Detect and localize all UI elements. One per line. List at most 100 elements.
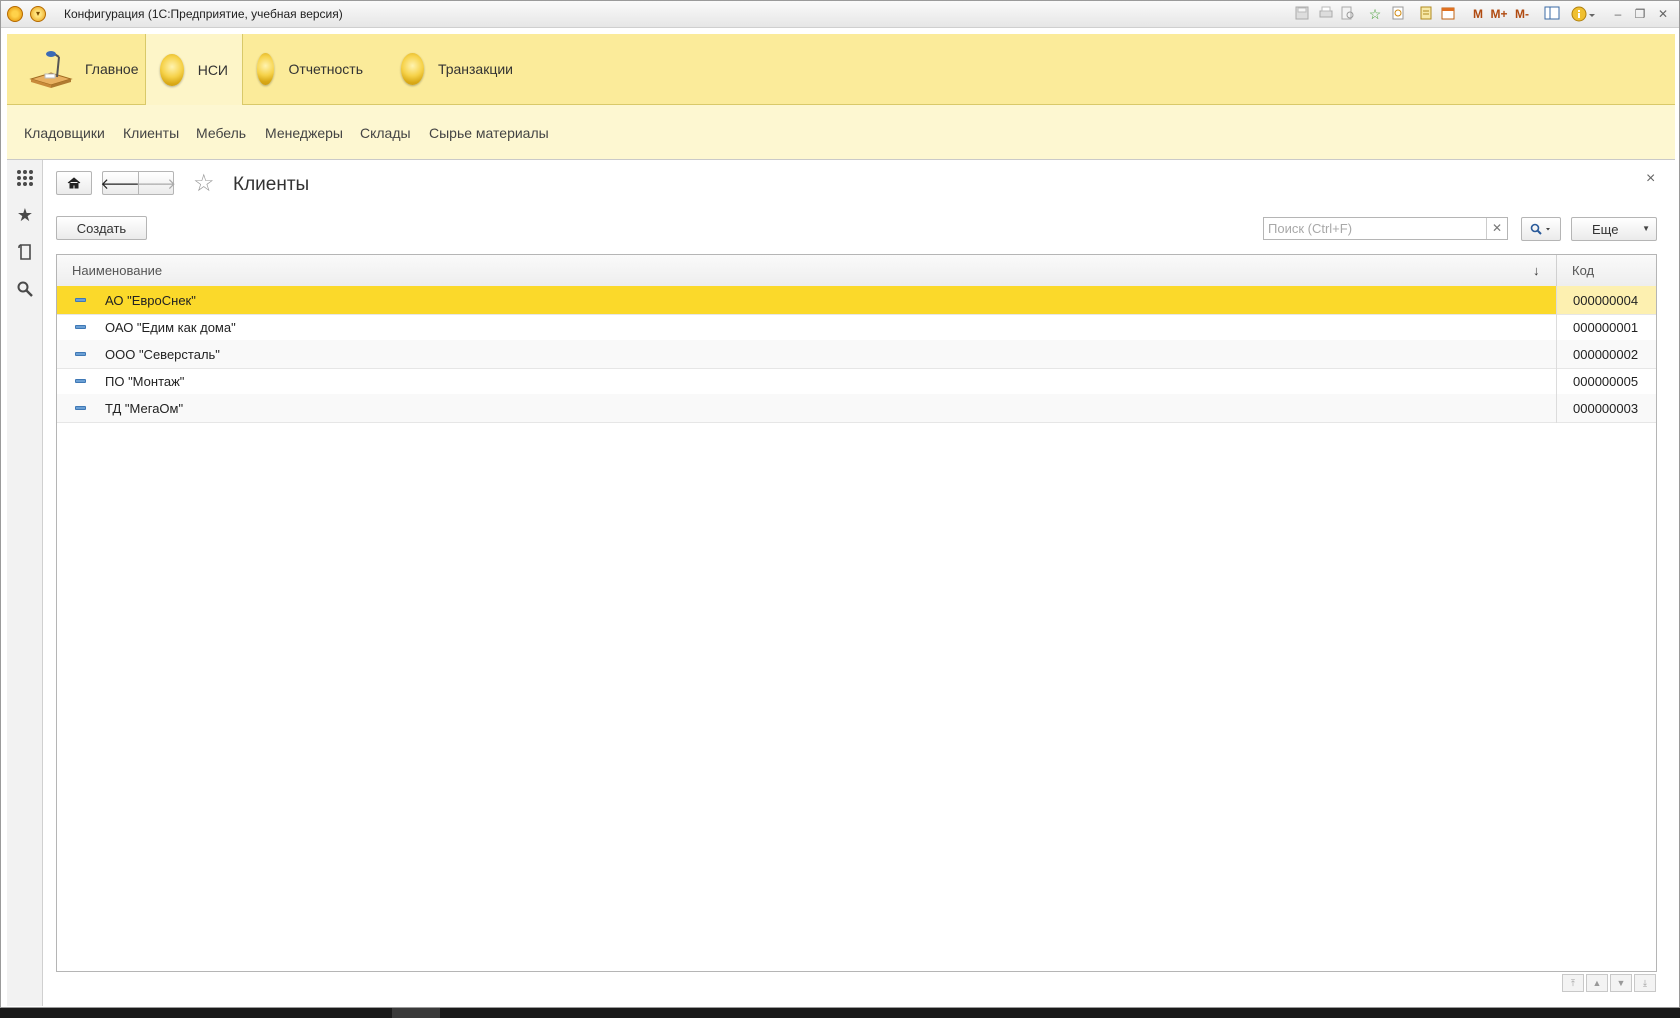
section-transactions[interactable]: Транзакции xyxy=(387,34,527,104)
save-icon[interactable] xyxy=(1295,6,1309,22)
desk-lamp-icon xyxy=(29,47,73,91)
m-plus-icon[interactable]: M+ xyxy=(1489,6,1509,22)
client-code: 000000004 xyxy=(1573,293,1639,308)
func-link-raw-materials[interactable]: Сырье материалы xyxy=(429,125,549,141)
code-cell: 000000001 xyxy=(1557,313,1656,341)
chevron-down-icon: ▼ xyxy=(1642,224,1650,233)
more-button[interactable]: Еще ▼ xyxy=(1571,217,1657,241)
section-main[interactable]: Главное xyxy=(15,34,145,104)
client-code: 000000003 xyxy=(1573,401,1639,416)
more-label: Еще xyxy=(1592,221,1619,237)
table-row[interactable]: ПО "Монтаж" 000000005 xyxy=(57,367,1656,396)
client-name: АО "ЕвроСнек" xyxy=(105,293,196,308)
client-name: ООО "Северсталь" xyxy=(105,347,220,362)
name-cell: ОАО "Едим как дома" xyxy=(57,313,1556,341)
scroll-last-button[interactable]: ⤓ xyxy=(1634,974,1656,992)
func-link-clients[interactable]: Клиенты xyxy=(123,125,179,141)
calendar-icon[interactable] xyxy=(1441,6,1455,22)
catalog-item-icon xyxy=(75,379,86,383)
preview-icon[interactable] xyxy=(1341,6,1355,22)
functions-panel: Кладовщики Клиенты Мебель Менеджеры Скла… xyxy=(7,105,1675,160)
clear-search-icon[interactable]: ✕ xyxy=(1486,218,1507,239)
history-icon[interactable] xyxy=(1391,6,1405,22)
sections-panel: Главное НСИ Отчетность Транзакции xyxy=(7,34,1675,105)
func-link-storekeepers[interactable]: Кладовщики xyxy=(24,125,105,141)
section-label: Отчетность xyxy=(288,61,363,77)
client-code: 000000002 xyxy=(1573,347,1639,362)
home-icon xyxy=(67,177,81,189)
app-window: ▾ Конфигурация (1С:Предприятие, учебная … xyxy=(0,0,1680,1008)
sort-descending-icon: ↓ xyxy=(1533,263,1540,278)
name-cell: АО "ЕвроСнек" xyxy=(57,286,1556,314)
func-link-furniture[interactable]: Мебель xyxy=(196,125,246,141)
taskbar xyxy=(0,1008,1680,1018)
window-title: Конфигурация (1С:Предприятие, учебная ве… xyxy=(64,7,343,21)
code-cell: 000000004 xyxy=(1557,286,1656,314)
client-code: 000000005 xyxy=(1573,374,1639,389)
search-button[interactable] xyxy=(1521,217,1561,241)
section-reports[interactable]: Отчетность xyxy=(243,34,377,104)
column-header-name[interactable]: Наименование xyxy=(72,263,162,278)
name-cell: ТД "МегаОм" xyxy=(57,394,1556,422)
main-menu-icon[interactable]: ▾ xyxy=(30,6,46,22)
section-nsi[interactable]: НСИ xyxy=(145,34,243,105)
client-code: 000000001 xyxy=(1573,320,1639,335)
m-icon[interactable]: M xyxy=(1471,6,1485,22)
scroll-first-button[interactable]: ⤒ xyxy=(1562,974,1584,992)
catalog-item-icon xyxy=(75,406,86,410)
section-icon xyxy=(401,53,424,85)
restore-icon[interactable]: ❐ xyxy=(1633,6,1647,22)
print-icon[interactable] xyxy=(1319,6,1333,22)
code-cell: 000000002 xyxy=(1557,340,1656,368)
star-icon[interactable]: ★ xyxy=(13,203,37,227)
title-bar: ▾ Конфигурация (1С:Предприятие, учебная … xyxy=(1,1,1679,28)
taskbar-button[interactable] xyxy=(392,1008,440,1018)
func-link-warehouses[interactable]: Склады xyxy=(360,125,411,141)
func-link-managers[interactable]: Менеджеры xyxy=(265,125,343,141)
arrow-right-icon: 🡒 xyxy=(135,175,177,193)
section-icon xyxy=(257,53,275,85)
clients-table[interactable]: Наименование ↓ Код АО "ЕвроСнек" 0000000… xyxy=(56,254,1657,972)
name-cell: ПО "Монтаж" xyxy=(57,367,1556,395)
table-row[interactable]: АО "ЕвроСнек" 000000004 xyxy=(57,286,1656,315)
search-input[interactable] xyxy=(1264,218,1497,239)
section-label: Транзакции xyxy=(437,61,513,77)
table-header: Наименование ↓ Код xyxy=(57,255,1656,287)
table-row[interactable]: ТД "МегаОм" 000000003 xyxy=(57,394,1656,423)
section-icon xyxy=(160,53,184,86)
history-icon[interactable] xyxy=(13,240,37,264)
favorite-add-icon[interactable]: ☆ xyxy=(1367,6,1383,22)
client-name: ОАО "Едим как дома" xyxy=(105,320,236,335)
catalog-item-icon xyxy=(75,298,86,302)
client-name: ПО "Монтаж" xyxy=(105,374,185,389)
favorite-star-icon[interactable]: ☆ xyxy=(193,169,215,198)
table-row[interactable]: ОАО "Едим как дома" 000000001 xyxy=(57,313,1656,342)
search-field: ✕ xyxy=(1263,217,1508,240)
close-form-icon[interactable]: × xyxy=(1646,170,1655,188)
search-icon[interactable] xyxy=(13,277,37,301)
apps-grid-icon[interactable] xyxy=(13,166,37,190)
back-button[interactable]: 🡐 xyxy=(100,171,141,195)
column-divider xyxy=(1556,286,1557,423)
info-icon[interactable] xyxy=(1571,6,1597,22)
m-minus-icon[interactable]: M- xyxy=(1512,6,1532,22)
client-name: ТД "МегаОм" xyxy=(105,401,184,416)
code-cell: 000000003 xyxy=(1557,394,1656,422)
code-cell: 000000005 xyxy=(1557,367,1656,395)
arrow-left-icon: 🡐 xyxy=(100,175,141,193)
minimize-icon[interactable]: – xyxy=(1611,6,1625,22)
left-toolbar: ★ xyxy=(7,160,43,1006)
close-icon[interactable]: ✕ xyxy=(1656,6,1670,22)
scroll-down-button[interactable]: ▼ xyxy=(1610,974,1632,992)
home-button[interactable] xyxy=(56,171,92,195)
calculator-icon[interactable] xyxy=(1419,6,1433,22)
scroll-up-button[interactable]: ▲ xyxy=(1586,974,1608,992)
create-button[interactable]: Создать xyxy=(56,216,147,240)
forward-button[interactable]: 🡒 xyxy=(135,171,177,195)
section-label: Главное xyxy=(85,61,139,77)
column-header-code[interactable]: Код xyxy=(1572,263,1594,278)
panels-icon[interactable] xyxy=(1544,6,1560,22)
page-title: Клиенты xyxy=(233,174,310,195)
1c-logo-icon[interactable] xyxy=(7,6,23,22)
table-row[interactable]: ООО "Северсталь" 000000002 xyxy=(57,340,1656,369)
